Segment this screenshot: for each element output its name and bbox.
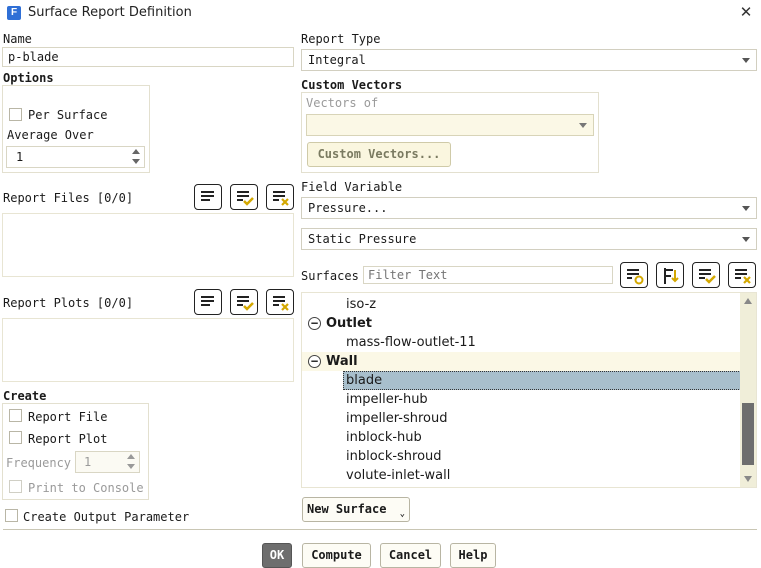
- surfaces-filter-input[interactable]: [363, 266, 613, 284]
- surface-types-button[interactable]: [620, 262, 648, 288]
- spin-down-icon[interactable]: [132, 159, 140, 164]
- custom-vectors-button[interactable]: Custom Vectors...: [307, 142, 451, 167]
- tree-item[interactable]: mass-flow-outlet-11: [346, 333, 476, 352]
- new-surface-label: New Surface: [307, 502, 387, 516]
- tree-group-outlet[interactable]: Outlet: [326, 314, 372, 333]
- average-over-label: Average Over: [7, 128, 94, 142]
- scrollbar-thumb[interactable]: [742, 403, 754, 465]
- list-icon: [201, 296, 214, 306]
- report-file-label: Report File: [28, 410, 108, 424]
- group-highlight: [302, 352, 740, 371]
- average-over-spinbox[interactable]: 1: [6, 146, 145, 168]
- surfaces-tree[interactable]: iso-z − Outlet mass-flow-outlet-11 − Wal…: [301, 292, 757, 488]
- deselect-all-plots-button[interactable]: [266, 289, 294, 315]
- frequency-spin-up-icon[interactable]: [127, 454, 135, 459]
- print-to-console-checkbox[interactable]: [9, 480, 22, 493]
- tree-item[interactable]: impeller-hub: [346, 390, 428, 409]
- select-all-icon: [699, 269, 716, 284]
- collapse-wall-icon[interactable]: −: [308, 355, 321, 368]
- chevron-down-icon: [742, 206, 750, 211]
- field-subvariable-dropdown[interactable]: Static Pressure: [301, 228, 757, 250]
- surfaces-label: Surfaces: [301, 269, 359, 283]
- tree-item[interactable]: iso-z: [346, 295, 376, 314]
- ok-button[interactable]: OK: [262, 543, 292, 568]
- new-surface-button[interactable]: New Surface ⌄: [302, 497, 410, 522]
- report-type-label: Report Type: [301, 32, 381, 46]
- select-all-icon: [237, 191, 254, 206]
- report-type-value: Integral: [308, 53, 366, 67]
- tree-item[interactable]: inblock-hub: [346, 428, 422, 447]
- report-files-label: Report Files [0/0]: [3, 191, 134, 205]
- custom-vectors-label: Custom Vectors: [301, 78, 403, 92]
- tree-item-selected[interactable]: blade: [346, 371, 382, 390]
- tree-item[interactable]: impeller-shroud: [346, 409, 447, 428]
- chevron-down-icon: [579, 123, 587, 128]
- per-surface-label: Per Surface: [28, 108, 108, 122]
- report-type-dropdown[interactable]: Integral: [301, 49, 757, 71]
- field-variable-dropdown[interactable]: Pressure...: [301, 197, 757, 219]
- field-variable-value: Pressure...: [308, 201, 388, 215]
- select-all-files-button[interactable]: [230, 184, 258, 210]
- scroll-up-icon[interactable]: [744, 298, 752, 304]
- options-label: Options: [3, 71, 54, 85]
- name-label: Name: [3, 32, 32, 46]
- selected-highlight: [343, 371, 741, 390]
- list-all-plots-button[interactable]: [194, 289, 222, 315]
- deselect-all-icon: [273, 191, 289, 206]
- name-input[interactable]: p-blade: [2, 47, 294, 67]
- sort-icon: [664, 268, 679, 284]
- field-variable-label: Field Variable: [301, 180, 403, 194]
- report-plots-label: Report Plots [0/0]: [3, 296, 134, 310]
- deselect-all-icon: [273, 296, 289, 311]
- chevron-down-icon: [742, 58, 750, 63]
- report-file-checkbox[interactable]: [9, 409, 22, 422]
- list-icon: [201, 191, 214, 201]
- app-icon: F: [7, 6, 21, 20]
- sort-button[interactable]: [656, 262, 684, 288]
- frequency-label: Frequency: [6, 456, 72, 470]
- tree-item[interactable]: volute-inlet-wall: [346, 466, 450, 485]
- frequency-spin-down-icon[interactable]: [127, 464, 135, 469]
- select-all-plots-button[interactable]: [230, 289, 258, 315]
- compute-button[interactable]: Compute: [302, 543, 371, 568]
- report-plot-checkbox[interactable]: [9, 431, 22, 444]
- create-label: Create: [3, 389, 47, 403]
- select-all-surfaces-button[interactable]: [692, 262, 720, 288]
- chevron-down-icon: ⌄: [399, 509, 405, 519]
- vectors-of-dropdown[interactable]: [306, 114, 594, 136]
- spin-up-icon[interactable]: [132, 149, 140, 154]
- create-output-parameter-label: Create Output Parameter: [23, 510, 190, 524]
- per-surface-checkbox[interactable]: [9, 108, 22, 121]
- close-icon[interactable]: ✕: [737, 3, 755, 21]
- report-plot-label: Report Plot: [28, 432, 108, 446]
- frequency-value: 1: [84, 455, 92, 469]
- deselect-all-surfaces-button[interactable]: [728, 262, 756, 288]
- average-over-value: 1: [16, 150, 24, 164]
- chevron-down-icon: [742, 237, 750, 242]
- tree-group-wall[interactable]: Wall: [326, 352, 358, 371]
- scroll-down-icon[interactable]: [744, 476, 752, 482]
- select-all-icon: [237, 296, 254, 311]
- report-files-list[interactable]: [2, 213, 294, 277]
- cancel-button[interactable]: Cancel: [380, 543, 441, 568]
- field-subvariable-value: Static Pressure: [308, 232, 417, 246]
- create-output-parameter-checkbox[interactable]: [5, 509, 18, 522]
- print-to-console-label: Print to Console: [28, 481, 144, 495]
- collapse-outlet-icon[interactable]: −: [308, 317, 321, 330]
- filter-list-icon: [627, 269, 644, 285]
- window-title: Surface Report Definition: [28, 5, 192, 20]
- list-all-files-button[interactable]: [194, 184, 222, 210]
- report-plots-list[interactable]: [2, 318, 294, 382]
- vectors-of-label: Vectors of: [306, 96, 379, 110]
- tree-item[interactable]: inblock-shroud: [346, 447, 442, 466]
- divider: [3, 529, 757, 530]
- deselect-all-files-button[interactable]: [266, 184, 294, 210]
- deselect-all-icon: [735, 269, 751, 284]
- help-button[interactable]: Help: [450, 543, 496, 568]
